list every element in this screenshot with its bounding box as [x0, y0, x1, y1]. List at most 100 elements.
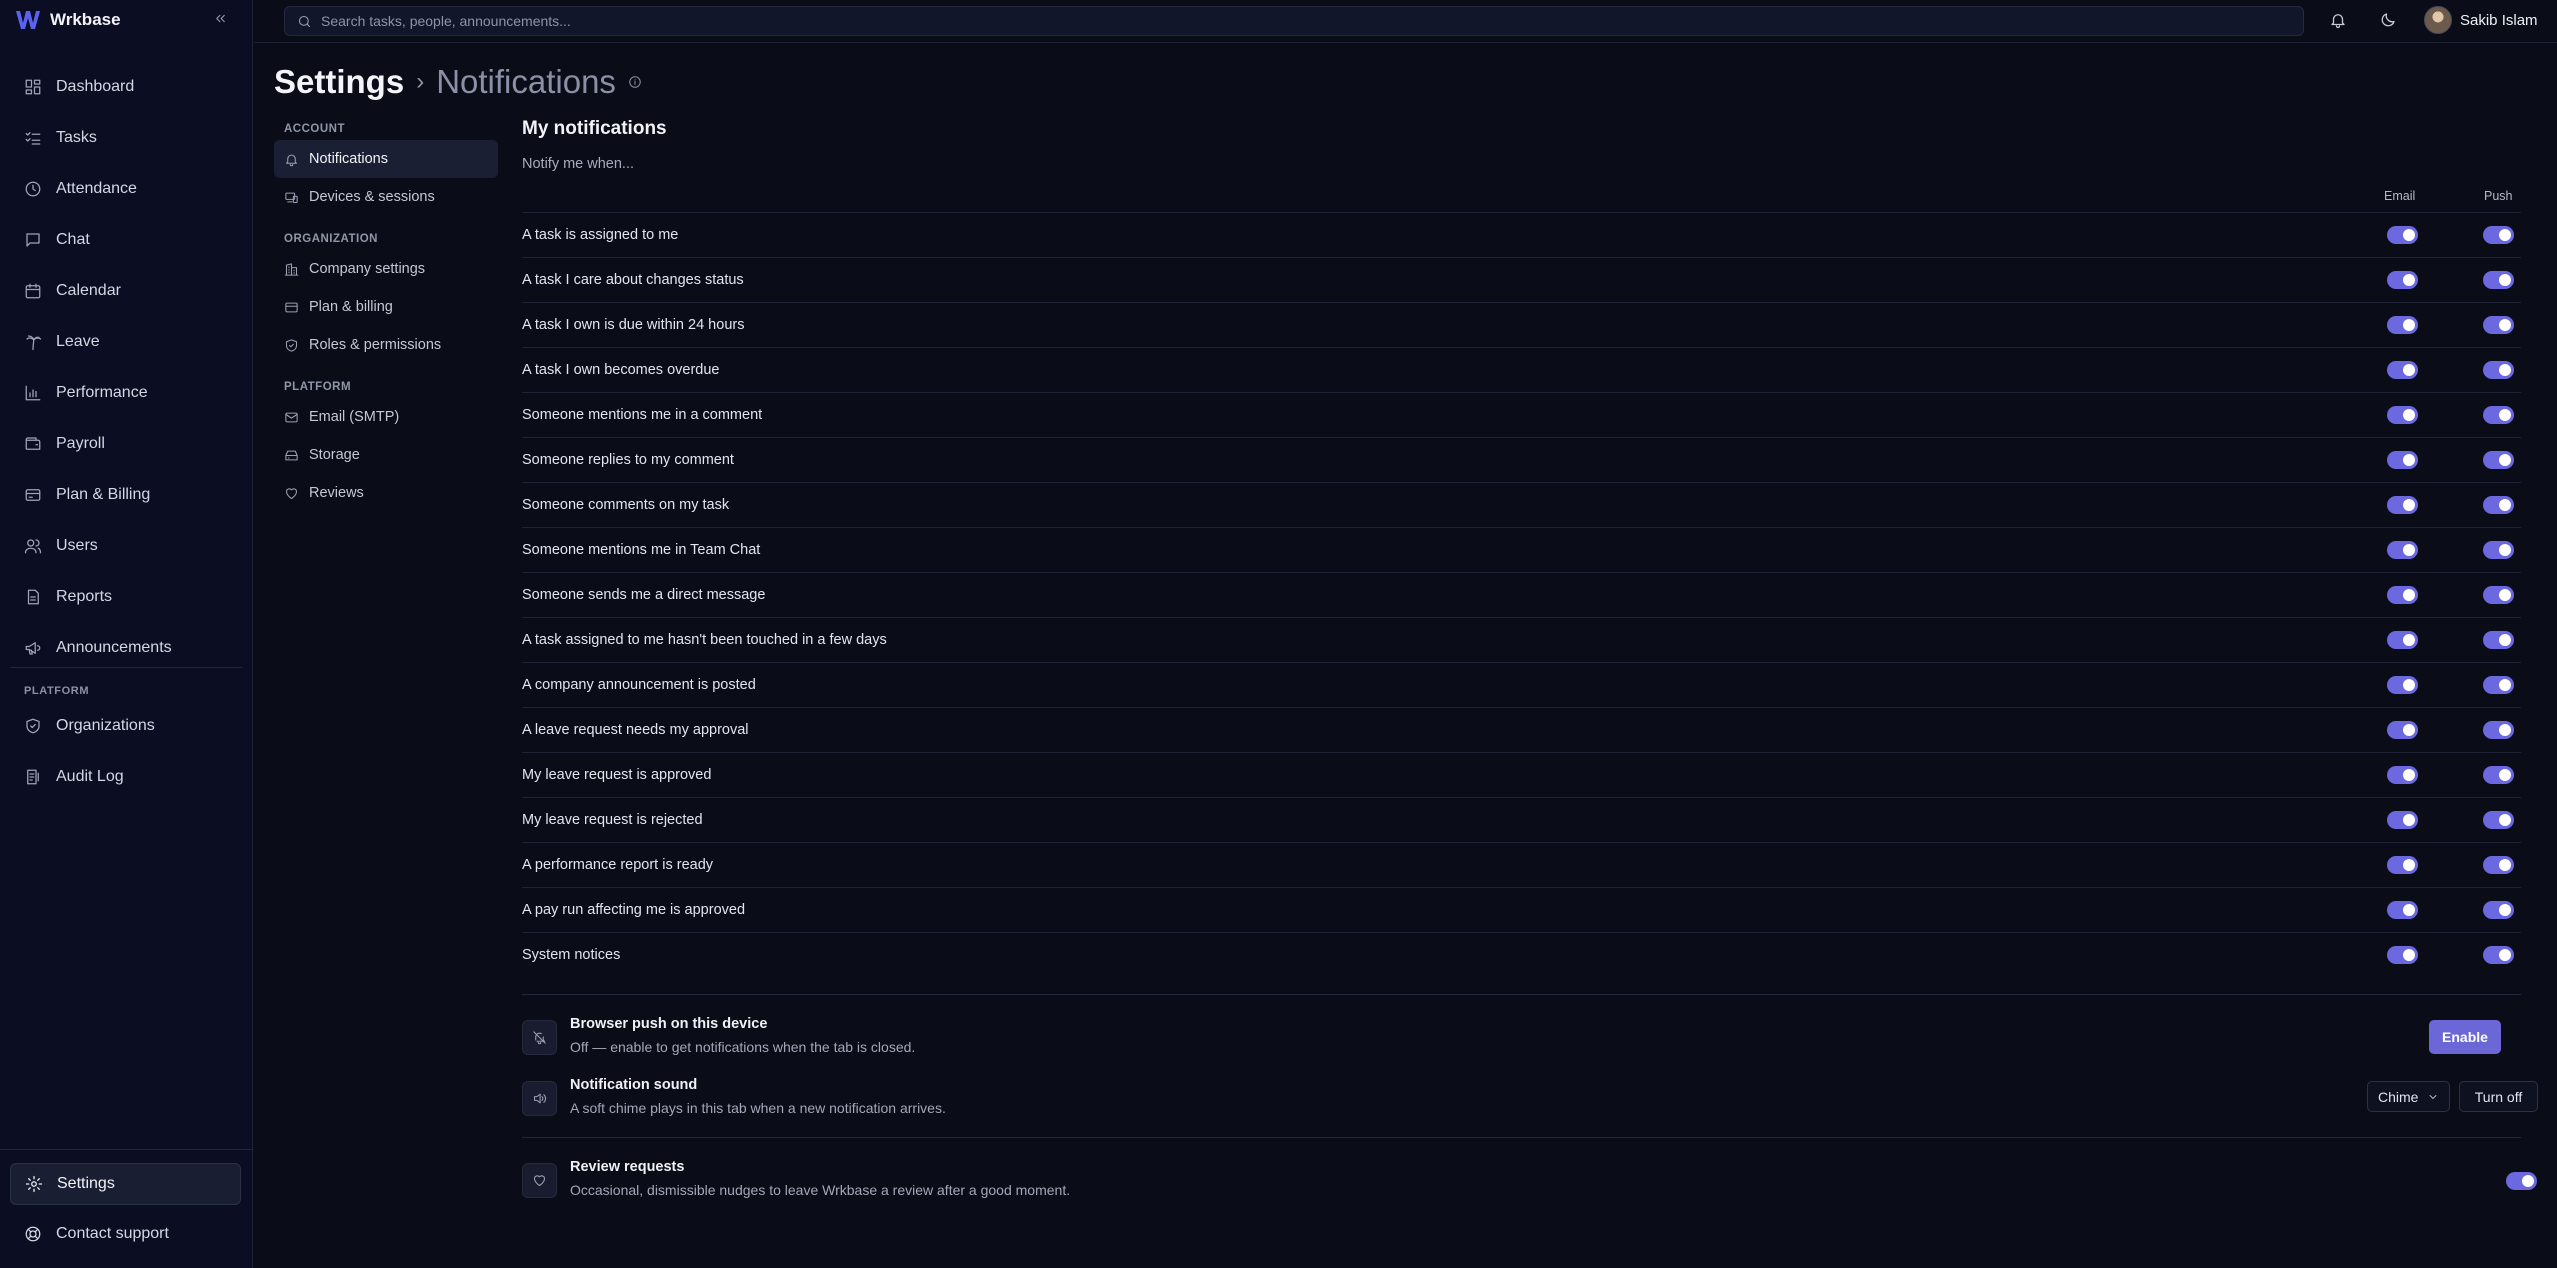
subnav-item-storage[interactable]: Storage — [274, 436, 498, 474]
info-icon[interactable] — [628, 75, 642, 89]
push-toggle[interactable] — [2483, 631, 2514, 649]
email-toggle[interactable] — [2387, 766, 2418, 784]
subnav-item-reviews[interactable]: Reviews — [274, 474, 498, 512]
push-toggle[interactable] — [2483, 676, 2514, 694]
sidebar-item-chat[interactable]: Chat — [10, 214, 242, 265]
email-toggle[interactable] — [2387, 856, 2418, 874]
gear-icon — [25, 1175, 43, 1193]
push-toggle[interactable] — [2483, 271, 2514, 289]
email-toggle[interactable] — [2387, 721, 2418, 739]
brand[interactable]: Wrkbase — [15, 8, 121, 32]
push-toggle[interactable] — [2483, 586, 2514, 604]
email-toggle[interactable] — [2387, 586, 2418, 604]
notification-label: My leave request is rejected — [522, 812, 703, 828]
sidebar-item-attendance[interactable]: Attendance — [10, 163, 242, 214]
email-toggle[interactable] — [2387, 361, 2418, 379]
enable-button[interactable]: Enable — [2429, 1020, 2501, 1054]
sidebar-item-payroll[interactable]: Payroll — [10, 418, 242, 469]
sidebar-item-announcements[interactable]: Announcements — [10, 622, 242, 673]
notifications-panel: My notifications Notify me when... Email… — [522, 118, 2538, 1198]
email-toggle[interactable] — [2387, 541, 2418, 559]
push-toggle[interactable] — [2483, 946, 2514, 964]
email-toggle[interactable] — [2387, 811, 2418, 829]
subnav-item-company-settings[interactable]: Company settings — [274, 250, 498, 288]
push-toggle[interactable] — [2483, 721, 2514, 739]
push-toggle[interactable] — [2483, 316, 2514, 334]
email-toggle[interactable] — [2387, 451, 2418, 469]
push-toggle[interactable] — [2483, 451, 2514, 469]
table-row: A performance report is ready — [522, 842, 2521, 887]
sidebar-item-plan-billing[interactable]: Plan & Billing — [10, 469, 242, 520]
sidebar-item-tasks[interactable]: Tasks — [10, 112, 242, 163]
sound-select[interactable]: Chime — [2367, 1081, 2450, 1112]
sidebar-item-label: Chat — [56, 230, 90, 248]
sidebar-item-leave[interactable]: Leave — [10, 316, 242, 367]
email-toggle[interactable] — [2387, 316, 2418, 334]
subnav-item-label: Notifications — [309, 151, 388, 167]
collapse-sidebar-button[interactable] — [213, 11, 228, 26]
page-subtitle: Notifications — [436, 63, 616, 100]
email-toggle[interactable] — [2387, 676, 2418, 694]
subnav-item-email-smtp[interactable]: Email (SMTP) — [274, 398, 498, 436]
shield-icon — [26, 718, 40, 733]
sidebar-item-performance[interactable]: Performance — [10, 367, 242, 418]
sidebar-item-calendar[interactable]: Calendar — [10, 265, 242, 316]
sidebar-item-settings[interactable]: Settings — [10, 1163, 241, 1205]
avatar — [2424, 6, 2452, 34]
review-requests-toggle[interactable] — [2506, 1172, 2537, 1190]
push-toggle[interactable] — [2483, 406, 2514, 424]
turn-off-button[interactable]: Turn off — [2459, 1081, 2538, 1112]
email-toggle[interactable] — [2387, 226, 2418, 244]
app-name: Wrkbase — [50, 10, 121, 29]
sidebar-bottom-divider — [0, 1149, 253, 1150]
email-toggle[interactable] — [2387, 631, 2418, 649]
sidebar-item-label: Leave — [56, 332, 100, 350]
push-toggle[interactable] — [2483, 856, 2514, 874]
theme-toggle-button[interactable] — [2379, 11, 2397, 29]
notification-label: A company announcement is posted — [522, 677, 756, 693]
notification-label: Someone comments on my task — [522, 497, 730, 513]
push-toggle[interactable] — [2483, 541, 2514, 559]
table-row: My leave request is approved — [522, 752, 2521, 797]
notifications-button[interactable] — [2329, 11, 2347, 29]
notification-label: A leave request needs my approval — [522, 722, 749, 738]
sidebar-item-users[interactable]: Users — [10, 520, 242, 571]
sidebar-item-organizations[interactable]: Organizations — [10, 700, 242, 751]
push-toggle[interactable] — [2483, 226, 2514, 244]
push-toggle[interactable] — [2483, 496, 2514, 514]
table-row: Someone mentions me in a comment — [522, 392, 2521, 437]
sidebar-item-label: Plan & Billing — [56, 485, 151, 503]
push-toggle[interactable] — [2483, 811, 2514, 829]
table-row: A task I care about changes status — [522, 257, 2521, 302]
subnav-item-plan-billing[interactable]: Plan & billing — [274, 288, 498, 326]
browser-push-setting: Browser push on this device Off — enable… — [522, 1016, 2521, 1062]
email-toggle[interactable] — [2387, 901, 2418, 919]
heart-icon — [533, 1175, 546, 1187]
sidebar-item-audit-log[interactable]: Audit Log — [10, 751, 242, 802]
subnav-item-notifications[interactable]: Notifications — [274, 140, 498, 178]
push-toggle[interactable] — [2483, 901, 2514, 919]
page-title[interactable]: Settings — [274, 63, 404, 101]
subnav-item-label: Email (SMTP) — [309, 409, 400, 425]
push-toggle[interactable] — [2483, 361, 2514, 379]
sidebar-item-reports[interactable]: Reports — [10, 571, 242, 622]
email-toggle[interactable] — [2387, 406, 2418, 424]
push-toggle[interactable] — [2483, 766, 2514, 784]
subnav-item-label: Company settings — [309, 261, 426, 277]
notification-sound-setting: Notification sound A soft chime plays in… — [522, 1077, 2538, 1123]
email-toggle[interactable] — [2387, 496, 2418, 514]
sidebar-item-contact-support[interactable]: Contact support — [10, 1213, 241, 1255]
subnav-item-devices-sessions[interactable]: Devices & sessions — [274, 178, 498, 216]
subnav-item-roles-permissions[interactable]: Roles & permissions — [274, 326, 498, 364]
mail-icon — [285, 412, 298, 422]
search-input[interactable]: Search tasks, people, announcements... — [284, 6, 2304, 36]
user-menu[interactable]: Sakib Islam — [2424, 6, 2538, 34]
sidebar-item-label: Reports — [56, 587, 113, 605]
email-toggle[interactable] — [2387, 271, 2418, 289]
notification-label: A task I care about changes status — [522, 272, 744, 288]
sidebar-item-dashboard[interactable]: Dashboard — [10, 61, 242, 112]
email-toggle[interactable] — [2387, 946, 2418, 964]
section-subtitle: Notify me when... — [522, 156, 635, 172]
sidebar-item-label: Users — [56, 536, 98, 554]
calendar-icon — [25, 283, 41, 298]
